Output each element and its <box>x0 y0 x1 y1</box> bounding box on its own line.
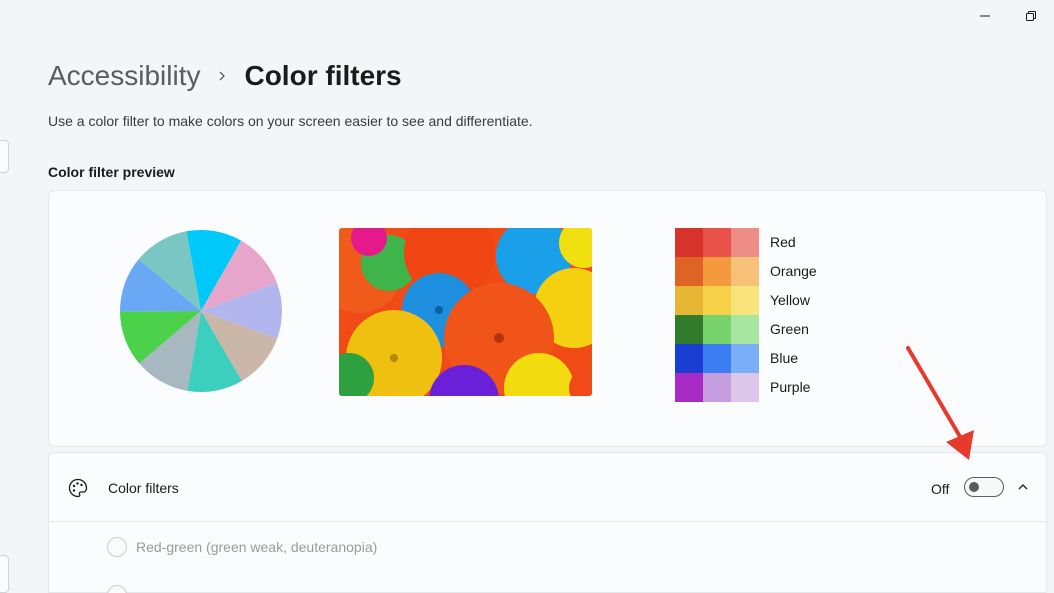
filter-option-red-green-deuteranopia[interactable]: Red-green (green weak, deuteranopia) <box>107 537 377 557</box>
toggle-knob <box>969 482 979 492</box>
breadcrumb: Accessibility Color filters <box>48 58 402 94</box>
color-swatch <box>703 315 731 344</box>
color-swatch <box>675 228 703 257</box>
color-swatch <box>731 228 759 257</box>
window-controls <box>962 0 1054 32</box>
palette-icon <box>68 478 88 498</box>
chevron-right-icon <box>216 70 228 82</box>
color-swatch <box>703 228 731 257</box>
color-filters-setting-card: Color filters Off Red-green (green weak,… <box>48 452 1047 593</box>
preview-photo <box>339 228 592 396</box>
color-swatch <box>731 286 759 315</box>
radio-button[interactable] <box>107 585 127 593</box>
color-swatch <box>703 344 731 373</box>
color-swatch <box>703 257 731 286</box>
filter-option-label: Red-green (green weak, deuteranopia) <box>136 539 378 555</box>
color-swatch <box>675 344 703 373</box>
color-swatch <box>731 257 759 286</box>
navigation-edge-tab-lower[interactable] <box>0 555 9 593</box>
preview-pie-image <box>120 230 282 392</box>
navigation-edge-tab[interactable] <box>0 140 9 173</box>
color-swatch <box>675 257 703 286</box>
page-title: Color filters <box>244 60 402 91</box>
radio-button[interactable] <box>107 537 127 557</box>
color-swatch-grid <box>675 228 759 402</box>
minimize-button[interactable] <box>962 0 1008 32</box>
color-label-blue: Blue <box>770 350 799 366</box>
color-swatch <box>731 373 759 402</box>
color-filters-header[interactable]: Color filters Off <box>49 453 1046 522</box>
color-label-purple: Purple <box>770 379 811 395</box>
filter-option-partial[interactable] <box>107 585 136 593</box>
color-label-orange: Orange <box>770 263 817 279</box>
color-swatch <box>703 373 731 402</box>
color-swatch <box>675 373 703 402</box>
chevron-up-icon[interactable] <box>1016 480 1030 494</box>
color-swatch <box>675 286 703 315</box>
color-filter-preview-card: Red Orange Yellow Green Blue Purple <box>48 190 1047 447</box>
color-label-list: Red Orange Yellow Green Blue Purple <box>770 228 817 402</box>
color-filters-label: Color filters <box>108 480 179 496</box>
page-description: Use a color filter to make colors on you… <box>48 113 533 129</box>
breadcrumb-parent-link[interactable]: Accessibility <box>48 60 200 92</box>
color-label-green: Green <box>770 321 809 337</box>
color-filters-toggle[interactable] <box>964 477 1004 497</box>
color-swatch <box>675 315 703 344</box>
minimize-icon <box>980 15 990 17</box>
color-swatch <box>731 344 759 373</box>
section-title-preview: Color filter preview <box>48 164 175 180</box>
color-label-yellow: Yellow <box>770 292 810 308</box>
toggle-state-label: Off <box>931 481 950 497</box>
color-swatch <box>703 286 731 315</box>
restore-icon <box>1026 11 1036 21</box>
color-swatch <box>731 315 759 344</box>
color-label-red: Red <box>770 234 796 250</box>
restore-button[interactable] <box>1008 0 1054 32</box>
